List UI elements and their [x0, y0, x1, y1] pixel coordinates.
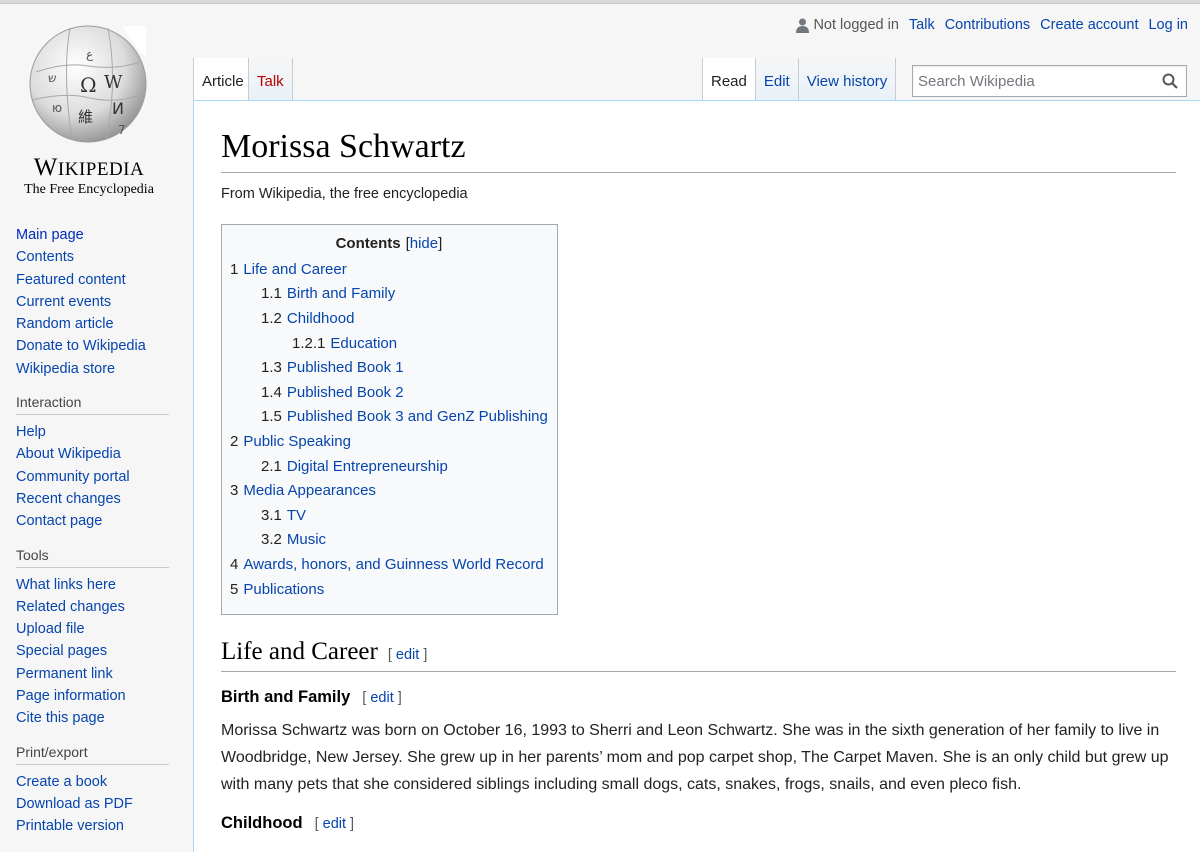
sidebar-item-current-events[interactable]: Current events: [16, 294, 111, 310]
puzzle-globe-icon: Ω W И 維 ש ю ع 7: [29, 25, 147, 143]
wikipedia-wordmark: WIKIPEDIA: [33, 154, 145, 181]
search-input[interactable]: [913, 66, 1153, 96]
page-title: Morissa Schwartz: [221, 127, 1176, 173]
user-talk-link[interactable]: Talk: [909, 17, 935, 33]
svg-text:И: И: [112, 99, 124, 118]
edit-section-link[interactable]: edit: [396, 647, 419, 663]
sidebar-item-create-book[interactable]: Create a book: [16, 774, 107, 790]
portal-heading-print-export: Print/export: [16, 744, 169, 765]
sidebar-item-community-portal[interactable]: Community portal: [16, 469, 130, 485]
toc-item[interactable]: 2 Public Speaking: [230, 430, 548, 455]
toc-item[interactable]: 1.1 Birth and Family: [230, 282, 548, 307]
create-account-link[interactable]: Create account: [1040, 17, 1138, 33]
search-box: [912, 65, 1187, 97]
sidebar-item-upload-file[interactable]: Upload file: [16, 621, 85, 637]
svg-text:ש: ש: [48, 71, 57, 85]
sidebar-item-related-changes[interactable]: Related changes: [16, 599, 125, 615]
toc-item[interactable]: 1.3 Published Book 1: [230, 356, 548, 381]
tab-talk[interactable]: Talk: [249, 58, 293, 100]
tab-view-history[interactable]: View history: [798, 58, 897, 100]
toc-item[interactable]: 5 Publications: [230, 578, 548, 603]
sidebar: Main page Contents Featured content Curr…: [16, 224, 172, 852]
edit-section-link[interactable]: edit: [323, 816, 346, 832]
svg-text:ю: ю: [52, 101, 62, 115]
sidebar-item-special-pages[interactable]: Special pages: [16, 643, 107, 659]
table-of-contents: Contents [hide] 1 Life and Career 1.1 Birth…: [221, 223, 558, 616]
toc-hide-toggle[interactable]: hide: [410, 235, 438, 252]
svg-text:維: 維: [78, 108, 93, 126]
sidebar-item-random-article[interactable]: Random article: [16, 316, 114, 332]
sidebar-item-download-pdf[interactable]: Download as PDF: [16, 796, 133, 812]
portal-tools: Tools What links here Related changes Up…: [16, 547, 172, 730]
tab-read[interactable]: Read: [702, 58, 756, 100]
sidebar-item-featured-content[interactable]: Featured content: [16, 272, 126, 288]
toc-item[interactable]: 1.5 Published Book 3 and GenZ Publishing: [230, 405, 548, 430]
sidebar-item-about[interactable]: About Wikipedia: [16, 446, 121, 462]
portal-heading-interaction: Interaction: [16, 394, 169, 416]
log-in-link[interactable]: Log in: [1148, 17, 1188, 33]
sidebar-item-recent-changes[interactable]: Recent changes: [16, 491, 121, 507]
section-heading-life-and-career: Life and Career[ edit ]: [221, 637, 1176, 673]
toc-item[interactable]: 1.4 Published Book 2: [230, 381, 548, 406]
toc-item[interactable]: 3.1 TV: [230, 504, 548, 529]
view-tabs: Read Edit View history: [702, 58, 897, 100]
toc-item[interactable]: 1.2.1 Education: [230, 332, 548, 357]
sidebar-item-contents[interactable]: Contents: [16, 249, 74, 265]
toc-item[interactable]: 2.1 Digital Entrepreneurship: [230, 455, 548, 480]
browser-top-edge: [0, 0, 1200, 4]
wikipedia-tagline: The Free Encyclopedia: [24, 182, 154, 197]
wikipedia-logo[interactable]: Ω W И 維 ש ю ع 7 WIKIPEDIA The Free Encyc…: [14, 14, 164, 197]
search-icon[interactable]: [1162, 73, 1178, 89]
toc-item[interactable]: 3.2 Music: [230, 528, 548, 553]
site-subtitle: From Wikipedia, the free encyclopedia: [221, 185, 468, 202]
sidebar-item-what-links-here[interactable]: What links here: [16, 577, 116, 593]
personal-tools: Not logged in Talk Contributions Create …: [786, 17, 1188, 33]
user-icon: [796, 18, 810, 33]
anon-user-status: Not logged in: [796, 17, 899, 33]
subsection-heading-birth-and-family: Birth and Family[ edit ]: [221, 688, 402, 707]
toc-item[interactable]: 1.2 Childhood: [230, 307, 548, 332]
svg-text:Ω: Ω: [80, 73, 97, 97]
sidebar-item-page-information[interactable]: Page information: [16, 688, 126, 704]
svg-text:W: W: [104, 72, 123, 93]
subsection-heading-childhood: Childhood[ edit ]: [221, 814, 355, 833]
portal-interaction: Interaction Help About Wikipedia Communi…: [16, 394, 172, 532]
toc-item[interactable]: 1 Life and Career: [230, 258, 548, 283]
sidebar-item-printable-version[interactable]: Printable version: [16, 818, 124, 834]
sidebar-item-contact-page[interactable]: Contact page: [16, 513, 102, 529]
toc-item[interactable]: 4 Awards, honors, and Guinness World Reco…: [230, 553, 548, 578]
contributions-link[interactable]: Contributions: [945, 17, 1030, 33]
toc-title: Contents [hide]: [335, 234, 443, 252]
portal-heading-tools: Tools: [16, 547, 169, 568]
sidebar-item-main-page[interactable]: Main page: [16, 227, 84, 243]
portal-navigation: Main page Contents Featured content Curr…: [16, 224, 172, 380]
sidebar-item-permanent-link[interactable]: Permanent link: [16, 666, 113, 682]
toc-item[interactable]: 3 Media Appearances: [230, 479, 548, 504]
sidebar-item-donate[interactable]: Donate to Wikipedia: [16, 338, 146, 354]
edit-section-link[interactable]: edit: [370, 690, 393, 706]
svg-text:7: 7: [118, 123, 126, 137]
tab-edit[interactable]: Edit: [755, 58, 799, 100]
svg-text:ع: ع: [86, 47, 94, 61]
sidebar-item-cite-this-page[interactable]: Cite this page: [16, 710, 105, 726]
namespace-tabs: Article Talk: [193, 58, 293, 100]
tab-article[interactable]: Article: [193, 58, 249, 100]
article-content: Morissa Schwartz From Wikipedia, the fre…: [193, 100, 1200, 852]
paragraph-birth-and-family: Morissa Schwartz was born on October 16,…: [221, 722, 1169, 794]
not-logged-in-label: Not logged in: [813, 17, 899, 33]
portal-print-export: Print/export Create a book Download as P…: [16, 744, 172, 838]
sidebar-item-help[interactable]: Help: [16, 424, 46, 440]
sidebar-item-wikipedia-store[interactable]: Wikipedia store: [16, 361, 115, 377]
